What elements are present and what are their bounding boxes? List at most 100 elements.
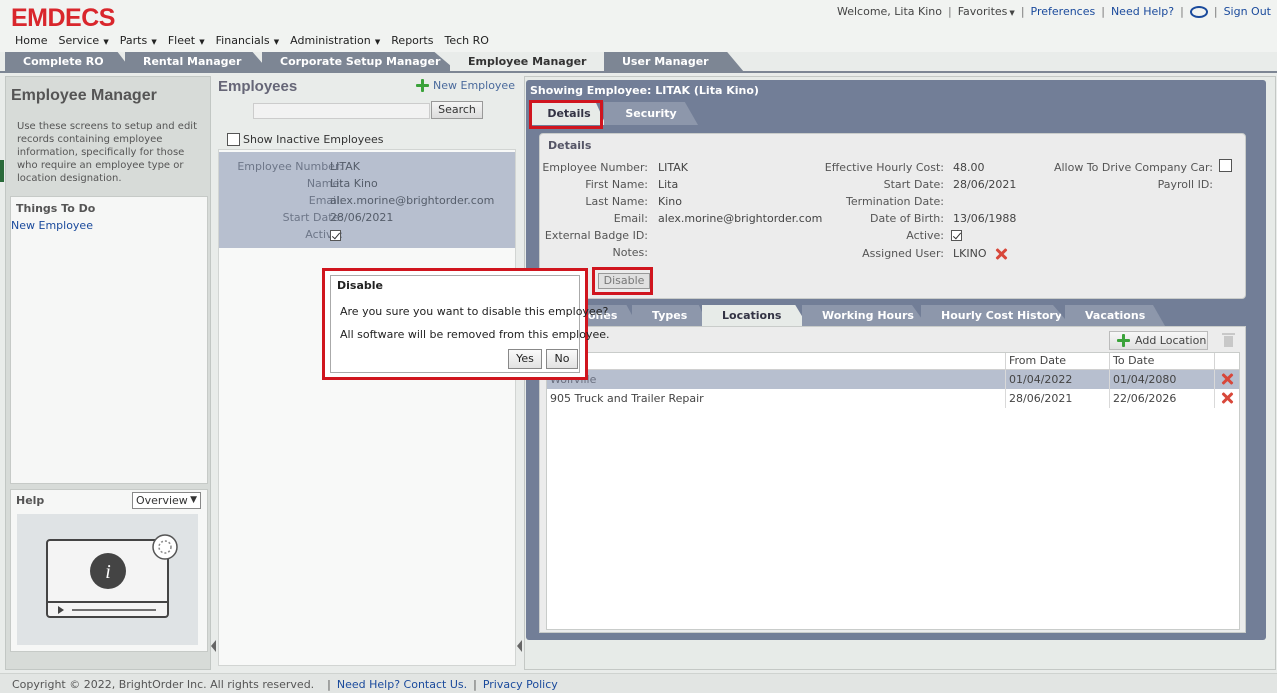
field-value: Lita: [658, 178, 679, 191]
window-edge: [0, 160, 4, 182]
dialog-no-button[interactable]: No: [546, 349, 578, 369]
help-topic-select[interactable]: Overview ▼: [132, 492, 201, 509]
employees-title: Employees: [218, 78, 298, 95]
help-video-thumbnail[interactable]: i: [17, 514, 198, 645]
field-label: Assigned User:: [862, 247, 944, 260]
details-heading: Details: [548, 139, 592, 152]
column-header-to-date[interactable]: To Date: [1109, 353, 1214, 369]
new-employee-button[interactable]: New Employee: [416, 79, 515, 92]
field-label: Notes:: [612, 246, 648, 259]
tab-types[interactable]: Types: [632, 305, 708, 326]
new-employee-label: New Employee: [433, 79, 515, 92]
details-tab-highlight: [529, 100, 603, 129]
footer-text: Copyright © 2022, BrightOrder Inc. All r…: [12, 678, 558, 691]
things-to-do-title: Things To Do: [16, 202, 96, 215]
tab-working-hours[interactable]: Working Hours: [802, 305, 927, 326]
column-header-from-date[interactable]: From Date: [1005, 353, 1109, 369]
lower-tabs: ones Types Locations Working Hours Hourl…: [542, 305, 1165, 326]
tab-security[interactable]: Security: [604, 102, 698, 125]
delete-row-icon[interactable]: [1221, 373, 1233, 385]
chevron-down-icon: ▼: [271, 38, 280, 46]
delete-row-cell: [1214, 370, 1239, 389]
drive-company-car-checkbox[interactable]: [1219, 159, 1232, 172]
tab-rental-manager[interactable]: Rental Manager: [125, 52, 270, 72]
location-name: 905 Truck and Trailer Repair: [550, 392, 704, 405]
new-employee-link[interactable]: New Employee: [11, 219, 93, 232]
nav-tech-ro[interactable]: Tech RO: [444, 34, 488, 47]
show-inactive-label: Show Inactive Employees: [243, 133, 384, 146]
nav-label: Service: [58, 34, 100, 47]
emdecs-logo[interactable]: EMDECS: [11, 4, 115, 33]
nav-home[interactable]: Home: [15, 34, 47, 47]
nav-administration[interactable]: Administration ▼: [290, 34, 380, 47]
preferences-link[interactable]: Preferences: [1031, 5, 1096, 18]
tab-locations[interactable]: Locations: [702, 305, 808, 326]
left-splitter-handle[interactable]: [211, 640, 216, 652]
field-value: Kino: [658, 195, 682, 208]
field-label: Termination Date:: [846, 195, 944, 208]
search-button[interactable]: Search: [431, 101, 483, 119]
field-label: Effective Hourly Cost:: [824, 161, 944, 174]
module-tabs: Complete RO Rental Manager Corporate Set…: [5, 52, 744, 72]
remove-user-icon[interactable]: [995, 248, 1007, 260]
separator: |: [1213, 5, 1218, 18]
chat-icon[interactable]: [1189, 5, 1208, 18]
field-value: LKINO: [953, 247, 987, 260]
nav-reports[interactable]: Reports: [391, 34, 433, 47]
dialog-message-detail: All software will be removed from this e…: [340, 328, 610, 341]
field-label: Start Date:: [883, 178, 944, 191]
separator: |: [1101, 5, 1105, 18]
field-label: Employee Number:: [237, 160, 343, 173]
top-right-links: Welcome, Lita Kino | Favorites ▼ | Prefer…: [837, 5, 1271, 18]
employee-list-item[interactable]: Employee Number: LITAK Name: Lita Kino Ema…: [219, 152, 515, 248]
nav-parts[interactable]: Parts ▼: [120, 34, 157, 47]
nav-fleet[interactable]: Fleet ▼: [168, 34, 205, 47]
middle-splitter-handle[interactable]: [517, 640, 522, 652]
need-help-link[interactable]: Need Help?: [1111, 5, 1174, 18]
nav-financials[interactable]: Financials ▼: [216, 34, 280, 47]
tab-user-manager[interactable]: User Manager: [604, 52, 744, 72]
favorites-menu[interactable]: Favorites ▼: [958, 5, 1015, 18]
main-nav: Home Service ▼ Parts ▼ Fleet ▼ Financial…: [15, 34, 489, 47]
active-checkbox[interactable]: [951, 228, 962, 241]
contact-us-link[interactable]: Need Help? Contact Us.: [337, 678, 467, 691]
tab-vacations[interactable]: Vacations: [1065, 305, 1165, 326]
chevron-down-icon: ▼: [190, 495, 197, 505]
delete-icon[interactable]: [1222, 333, 1235, 347]
separator: |: [948, 5, 952, 18]
field-value: alex.morine@brightorder.com: [330, 194, 495, 207]
separator: |: [1180, 5, 1184, 18]
separator: |: [473, 678, 477, 691]
module-tab-bar: [0, 71, 1277, 73]
help-title: Help: [16, 494, 45, 507]
tab-complete-ro[interactable]: Complete RO: [5, 52, 133, 72]
table-row[interactable]: 905 Truck and Trailer Repair 28/06/2021 …: [547, 389, 1239, 408]
location-name: Wolfville: [547, 370, 1005, 389]
dialog-yes-button[interactable]: Yes: [508, 349, 542, 369]
add-location-button[interactable]: Add Location: [1109, 331, 1208, 350]
to-date: 22/06/2026: [1109, 389, 1214, 408]
checkmark-icon: [951, 229, 962, 241]
tab-hourly-cost-history[interactable]: Hourly Cost History: [921, 305, 1071, 326]
chevron-down-icon: ▼: [372, 38, 381, 46]
delete-row-icon[interactable]: [1221, 392, 1233, 404]
page-description: Use these screens to setup and edit reco…: [17, 121, 197, 184]
tab-corporate-setup-manager[interactable]: Corporate Setup Manager: [262, 52, 458, 72]
nav-service[interactable]: Service ▼: [58, 34, 108, 47]
table-row[interactable]: Wolfville 01/04/2022 01/04/2080: [547, 370, 1239, 389]
nav-label: Reports: [391, 34, 434, 47]
page-title: Employee Manager: [11, 87, 157, 104]
tab-employee-manager[interactable]: Employee Manager: [450, 52, 612, 72]
privacy-policy-link[interactable]: Privacy Policy: [483, 678, 558, 691]
favorites-label: Favorites: [957, 5, 1008, 18]
field-value: LITAK: [330, 160, 360, 173]
video-player-icon: i: [46, 534, 178, 618]
field-value: alex.morine@brightorder.com: [658, 212, 823, 225]
show-inactive-checkbox[interactable]: [227, 133, 240, 146]
nav-label: Home: [15, 34, 48, 47]
field-label: Date of Birth:: [869, 212, 944, 225]
column-header-location[interactable]: [547, 353, 1005, 369]
sign-out-link[interactable]: Sign Out: [1224, 5, 1271, 18]
checkmark-icon: [330, 229, 341, 241]
employee-search-input[interactable]: [253, 103, 430, 119]
